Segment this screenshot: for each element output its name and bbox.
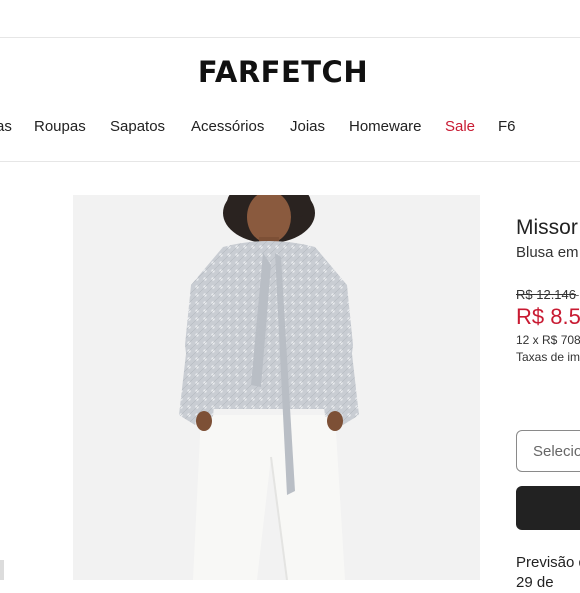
nav-item-homeware[interactable]: Homeware: [349, 114, 422, 140]
product-image[interactable]: [73, 195, 480, 580]
thumbnail-edge[interactable]: [0, 560, 4, 580]
top-utility-bar: [0, 0, 580, 38]
nav-item-sapatos[interactable]: Sapatos: [110, 114, 165, 140]
delivery-estimate-date: 29 de: [516, 574, 554, 591]
model-photo: [179, 195, 359, 580]
product-description: Blusa em: [516, 244, 579, 261]
nav-item-joias[interactable]: Joias: [290, 114, 325, 140]
nav-item-f6[interactable]: F6: [498, 114, 516, 140]
size-select[interactable]: Selecio: [516, 430, 580, 472]
nav-item-roupas[interactable]: Roupas: [34, 114, 86, 140]
taxes-note: Taxas de im: [516, 350, 580, 364]
category-nav: as Roupas Sapatos Acessórios Joias Homew…: [0, 114, 580, 140]
original-price: R$ 12.146: [516, 287, 576, 302]
nav-item-sale[interactable]: Sale: [445, 114, 475, 140]
sale-price: R$ 8.5: [516, 304, 580, 329]
discount-separator: -: [575, 287, 580, 302]
farfetch-logo[interactable]: FARFETCH: [0, 54, 566, 90]
installments-text: 12 x R$ 708: [516, 333, 580, 347]
add-to-bag-button[interactable]: [516, 486, 580, 530]
product-brand[interactable]: Missor: [516, 214, 578, 242]
delivery-estimate-label: Previsão d: [516, 554, 580, 571]
nav-item-partial[interactable]: as: [0, 114, 12, 140]
nav-divider: [0, 161, 580, 162]
size-select-placeholder: Selecio: [533, 443, 580, 460]
nav-item-acessorios[interactable]: Acessórios: [191, 114, 264, 140]
